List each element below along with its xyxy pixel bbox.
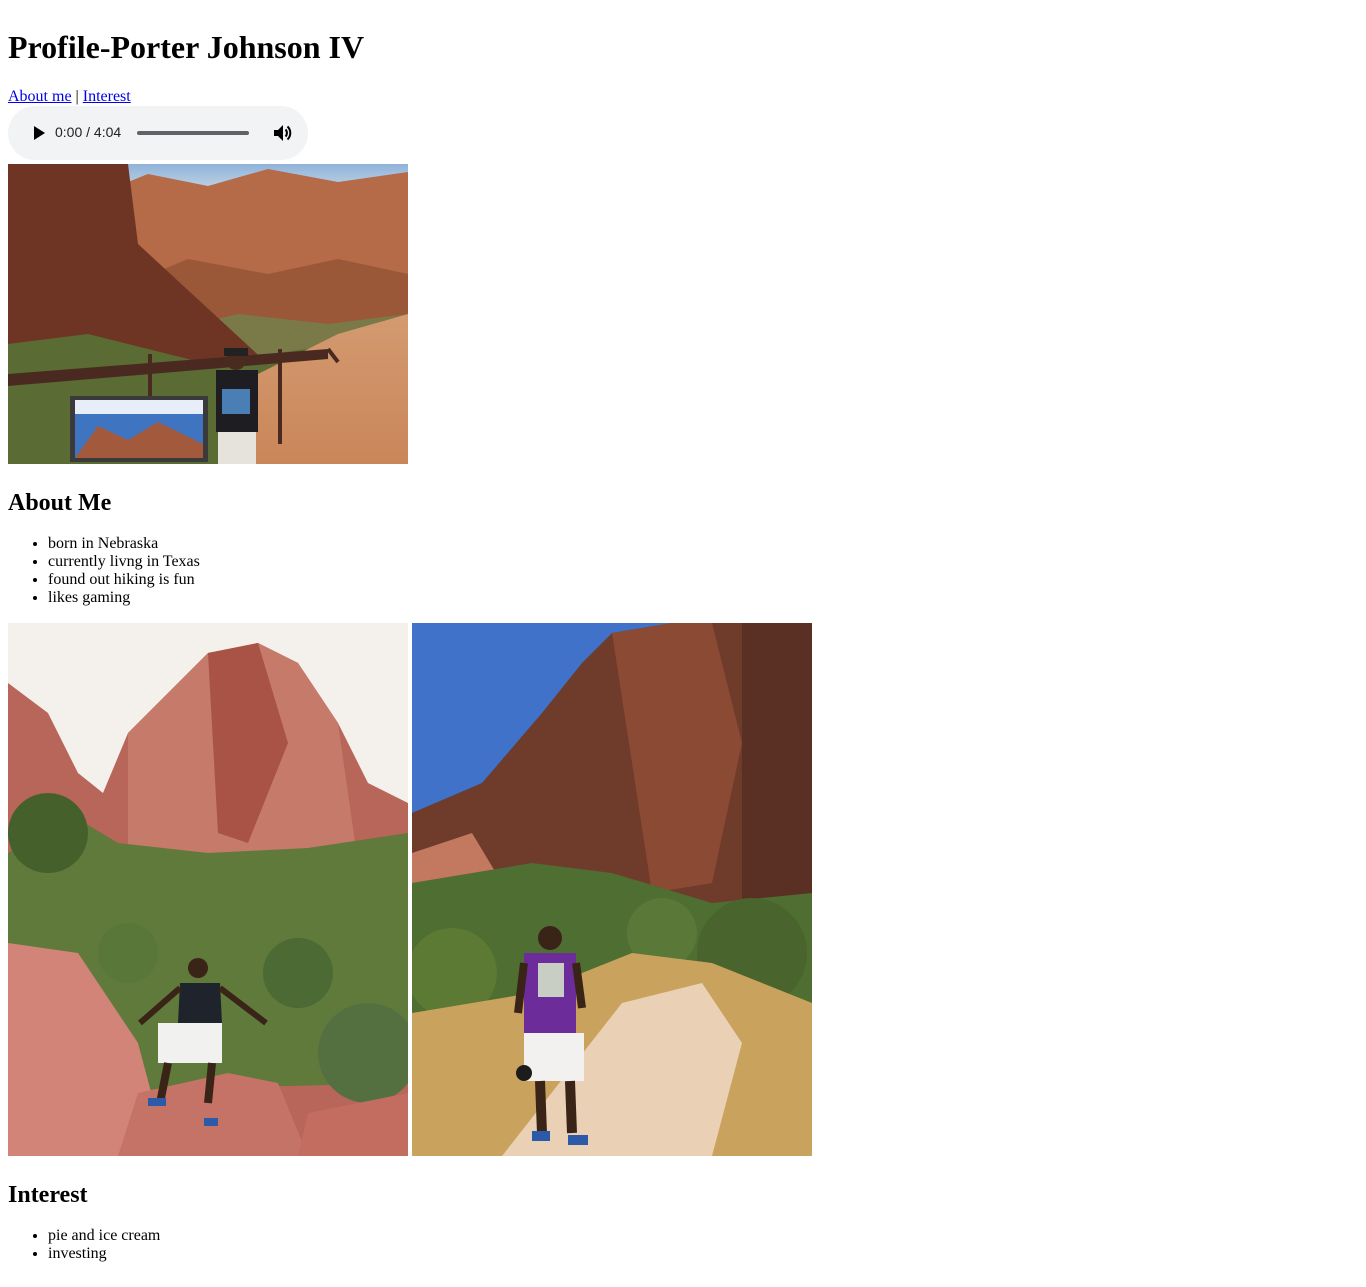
play-icon[interactable] xyxy=(26,121,50,145)
interest-heading: Interest xyxy=(8,1182,88,1208)
audio-time: 0:00 / 4:04 xyxy=(55,124,122,140)
about-item: likes gaming xyxy=(48,589,200,607)
nav-link-about[interactable]: About me xyxy=(8,88,72,105)
audio-progress-bar[interactable] xyxy=(137,131,249,135)
page-title: Profile-Porter Johnson IV xyxy=(8,29,365,65)
about-item: found out hiking is fun xyxy=(48,571,200,589)
nav-link-interest[interactable]: Interest xyxy=(83,88,131,105)
about-list: born in Nebraska currently livng in Texa… xyxy=(8,535,200,607)
interest-item: pie and ice cream xyxy=(48,1227,160,1245)
about-item: currently livng in Texas xyxy=(48,553,200,571)
photo-red-cliff xyxy=(8,623,408,1156)
nav-separator: | xyxy=(75,88,79,105)
interest-list: pie and ice cream investing xyxy=(8,1227,160,1263)
nav-links: About me | Interest xyxy=(8,87,131,106)
volume-icon[interactable] xyxy=(271,121,295,145)
photo-desert-trail xyxy=(412,623,812,1156)
audio-player: 0:00 / 4:04 xyxy=(8,106,308,160)
about-item: born in Nebraska xyxy=(48,535,200,553)
about-heading: About Me xyxy=(8,490,112,516)
profile-photo-overlook xyxy=(8,164,408,464)
interest-item: investing xyxy=(48,1245,160,1263)
